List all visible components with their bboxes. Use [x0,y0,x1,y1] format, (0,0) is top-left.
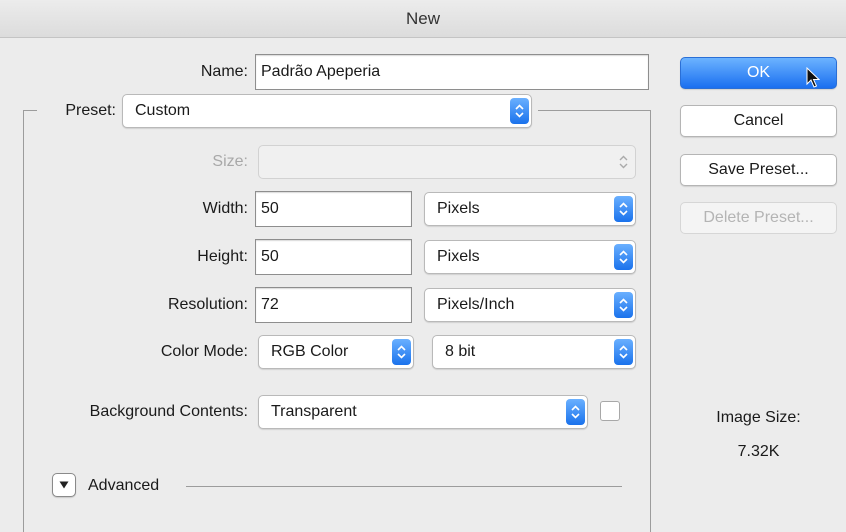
background-contents-label: Background Contents: [89,403,248,420]
size-label: Size: [212,153,248,170]
advanced-label: Advanced [88,477,160,494]
background-checkbox[interactable] [600,401,620,421]
image-size-value: 7.32K [737,443,780,460]
color-mode-label: Color Mode: [160,343,248,360]
preset-group-line-left-top [23,110,37,111]
mouse-cursor-icon [806,66,821,94]
updown-chevron-icon [614,339,633,365]
width-unit-value: Pixels [437,200,480,217]
height-unit-select[interactable]: Pixels [424,240,636,274]
updown-chevron-icon [510,98,529,124]
updown-chevron-icon [614,149,633,175]
triangle-down-icon [59,481,69,489]
preset-label: Preset: [65,102,116,119]
height-unit-value: Pixels [437,248,480,265]
window-title: New [0,0,846,38]
color-mode-value: RGB Color [271,343,349,360]
delete-preset-button: Delete Preset... [680,202,837,234]
size-select [258,145,636,179]
preset-select-value: Custom [135,102,191,119]
preset-select[interactable]: Custom [122,94,532,128]
updown-chevron-icon [614,196,633,222]
width-unit-select[interactable]: Pixels [424,192,636,226]
resolution-field[interactable]: 72 [255,287,412,323]
bit-depth-value: 8 bit [445,343,476,360]
updown-chevron-icon [614,292,633,318]
width-label: Width: [202,200,248,217]
updown-chevron-icon [392,339,411,365]
advanced-separator [186,486,622,487]
resolution-label: Resolution: [167,296,248,313]
preset-group-line-right [650,110,651,532]
background-contents-select[interactable]: Transparent [258,395,588,429]
save-preset-button[interactable]: Save Preset... [680,154,837,186]
height-field[interactable]: 50 [255,239,412,275]
height-label: Height: [197,248,248,265]
preset-group-line-left [23,110,24,532]
width-field[interactable]: 50 [255,191,412,227]
updown-chevron-icon [614,244,633,270]
resolution-unit-select[interactable]: Pixels/Inch [424,288,636,322]
color-mode-select[interactable]: RGB Color [258,335,414,369]
preset-group-line-right-top [538,110,650,111]
image-size-label: Image Size: [716,409,801,426]
advanced-disclosure-button[interactable] [52,473,76,497]
cancel-button[interactable]: Cancel [680,105,837,137]
name-label: Name: [200,63,248,80]
name-field[interactable]: Padrão Apeperia [255,54,649,90]
updown-chevron-icon [566,399,585,425]
background-contents-value: Transparent [271,403,357,420]
resolution-unit-value: Pixels/Inch [437,296,515,313]
bit-depth-select[interactable]: 8 bit [432,335,636,369]
